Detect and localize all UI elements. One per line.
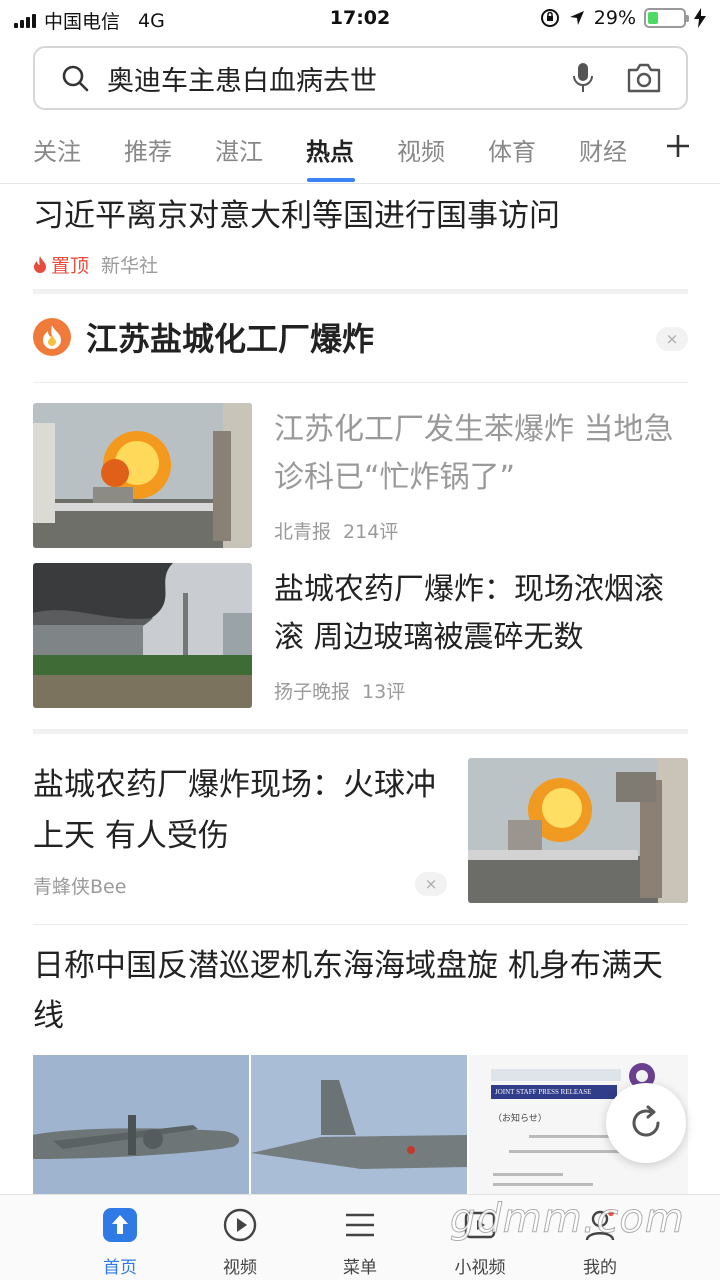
charging-bolt-icon: [694, 8, 706, 28]
nav-video[interactable]: 视频: [190, 1195, 290, 1280]
tab-recommend[interactable]: 推荐: [124, 132, 172, 167]
search-icon: [62, 65, 89, 92]
document-text-line: [529, 1135, 619, 1138]
tab-sports[interactable]: 体育: [488, 132, 536, 167]
tab-hot[interactable]: 热点: [306, 132, 354, 167]
topic-item-meta: 北青报 214评: [274, 517, 398, 544]
topic-item-title[interactable]: 江苏化工厂发生苯爆炸 当地急诊科已“忙炸锅了”: [274, 406, 688, 502]
document-text-line: [509, 1150, 629, 1153]
document-notice-line: （お知らせ）: [493, 1114, 547, 1124]
nav-label: 首页: [103, 1258, 137, 1278]
menu-icon: [346, 1213, 374, 1237]
pinned-article-title[interactable]: 习近平离京对意大利等国进行国事访问: [33, 191, 688, 241]
patrol-aircraft-tail-thumbnail[interactable]: [251, 1055, 467, 1194]
topic-title[interactable]: 江苏盐城化工厂爆炸: [86, 314, 374, 360]
nav-home[interactable]: 首页: [70, 1195, 170, 1280]
nav-label: 我的: [583, 1258, 617, 1278]
location-arrow-icon: [569, 11, 584, 25]
single-article-meta: 青蜂侠Bee: [33, 872, 126, 899]
battery-icon: [644, 8, 689, 28]
section-divider: [33, 289, 688, 294]
topic-item-title[interactable]: 盐城农药厂爆炸：现场浓烟滚滚 周边玻璃被震碎无数: [274, 566, 688, 662]
article-dismiss-button[interactable]: ×: [415, 872, 447, 896]
home-upload-icon: [103, 1208, 137, 1242]
article-divider: [33, 924, 688, 925]
active-tab-indicator: [307, 178, 355, 182]
pinned-article-meta: 置顶 新华社: [33, 251, 158, 278]
article-source: 青蜂侠Bee: [33, 876, 127, 898]
camera-icon[interactable]: [626, 62, 662, 94]
nav-label: 视频: [223, 1258, 257, 1278]
topic-dismiss-button[interactable]: ×: [656, 327, 688, 351]
pin-label: 置顶: [51, 255, 90, 277]
gallery-article-title[interactable]: 日称中国反潜巡逻机东海海域盘旋 机身布满天线: [33, 941, 688, 1041]
article-source: 北青报: [274, 521, 332, 543]
refresh-button[interactable]: [606, 1083, 686, 1163]
explosion-fireball-thumbnail[interactable]: [468, 758, 688, 903]
nav-label: 小视频: [454, 1258, 506, 1278]
single-article-title[interactable]: 盐城农药厂爆炸现场：火球冲上天 有人受伤: [33, 760, 448, 862]
document-text-line: [493, 1173, 563, 1176]
nav-menu[interactable]: 菜单: [310, 1195, 410, 1280]
nav-label: 菜单: [343, 1258, 377, 1278]
rotation-lock-icon: [540, 9, 559, 27]
patrol-aircraft-thumbnail[interactable]: [33, 1055, 249, 1194]
status-right: 29%: [540, 7, 706, 29]
site-watermark: gdmm.com: [450, 1196, 685, 1243]
search-bar[interactable]: 奥迪车主患白血病去世: [33, 46, 688, 110]
add-channel-icon[interactable]: [664, 132, 692, 160]
comment-count: 13评: [362, 681, 406, 703]
tab-finance[interactable]: 财经: [579, 132, 627, 167]
microphone-icon[interactable]: [570, 61, 596, 95]
explosion-fireball-thumbnail[interactable]: [33, 403, 252, 548]
tab-follow[interactable]: 关注: [33, 132, 81, 167]
black-smoke-thumbnail[interactable]: [33, 563, 252, 708]
article-source: 扬子晚报: [274, 681, 351, 703]
tab-zhanjiang[interactable]: 湛江: [215, 132, 263, 167]
article-source: 新华社: [101, 255, 159, 277]
refresh-icon: [632, 1105, 660, 1137]
document-header-bar: [491, 1069, 621, 1081]
status-bar: 中国电信 4G 17:02 29%: [0, 0, 720, 38]
search-query[interactable]: 奥迪车主患白血病去世: [107, 59, 570, 98]
flame-icon: [34, 255, 46, 273]
channel-tabs: 关注 推荐 湛江 热点 视频 体育 财经: [0, 122, 720, 184]
topic-fire-icon: [33, 318, 71, 356]
topic-item-meta: 扬子晚报 13评: [274, 677, 405, 704]
battery-percent: 29%: [593, 7, 636, 29]
document-text-line: [493, 1183, 593, 1186]
topic-divider: [33, 382, 688, 383]
section-divider: [33, 729, 688, 734]
comment-count: 214评: [343, 521, 399, 543]
pin-badge: 置顶: [33, 251, 89, 278]
play-circle-icon: [223, 1208, 257, 1242]
tab-video[interactable]: 视频: [397, 132, 445, 167]
press-release-banner: JOINT STAFF PRESS RELEASE: [491, 1085, 617, 1099]
